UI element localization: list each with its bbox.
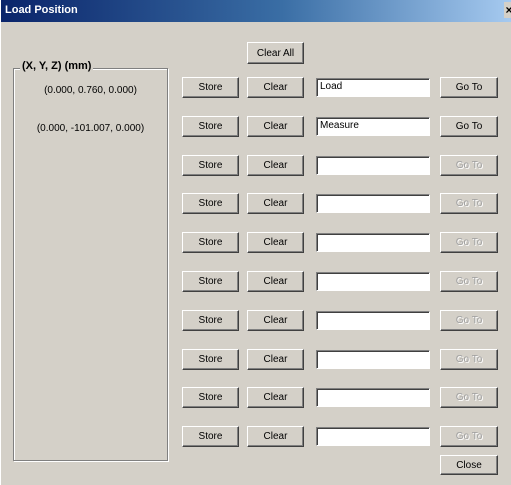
coordinate-value-2: (0.000, -101.007, 0.000) xyxy=(36,123,145,134)
goto-button-1[interactable]: Go To xyxy=(440,77,498,98)
goto-button-6: Go To xyxy=(440,271,498,292)
load-position-dialog: Load Position × (X, Y, Z) (mm) (0.000, 0… xyxy=(0,0,511,485)
coordinates-group-title: (X, Y, Z) (mm) xyxy=(20,60,94,72)
goto-button-4: Go To xyxy=(440,193,498,214)
clear-button-7[interactable]: Clear xyxy=(247,310,304,331)
close-window-icon[interactable]: × xyxy=(504,2,511,18)
title-bar: Load Position × xyxy=(1,0,511,22)
store-button-4[interactable]: Store xyxy=(182,193,239,214)
close-button[interactable]: Close xyxy=(440,455,498,475)
position-name-field-1[interactable]: Load xyxy=(316,78,430,97)
clear-button-3[interactable]: Clear xyxy=(247,155,304,176)
store-button-9[interactable]: Store xyxy=(182,387,239,408)
clear-all-button[interactable]: Clear All xyxy=(247,42,304,64)
clear-button-9[interactable]: Clear xyxy=(247,387,304,408)
goto-button-8: Go To xyxy=(440,349,498,370)
position-name-field-8[interactable] xyxy=(316,350,430,369)
store-button-1[interactable]: Store xyxy=(182,77,239,98)
clear-button-1[interactable]: Clear xyxy=(247,77,304,98)
goto-button-3: Go To xyxy=(440,155,498,176)
clear-button-10[interactable]: Clear xyxy=(247,426,304,447)
position-name-field-7[interactable] xyxy=(316,311,430,330)
goto-button-10: Go To xyxy=(440,426,498,447)
store-button-8[interactable]: Store xyxy=(182,349,239,370)
position-name-field-5[interactable] xyxy=(316,233,430,252)
window-title: Load Position xyxy=(5,4,78,16)
goto-button-9: Go To xyxy=(440,387,498,408)
clear-button-8[interactable]: Clear xyxy=(247,349,304,370)
store-button-3[interactable]: Store xyxy=(182,155,239,176)
goto-button-5: Go To xyxy=(440,232,498,253)
store-button-7[interactable]: Store xyxy=(182,310,239,331)
goto-button-2[interactable]: Go To xyxy=(440,116,498,137)
clear-button-5[interactable]: Clear xyxy=(247,232,304,253)
store-button-5[interactable]: Store xyxy=(182,232,239,253)
position-name-field-9[interactable] xyxy=(316,388,430,407)
position-name-field-3[interactable] xyxy=(316,156,430,175)
position-name-field-2[interactable]: Measure xyxy=(316,117,430,136)
clear-button-2[interactable]: Clear xyxy=(247,116,304,137)
store-button-2[interactable]: Store xyxy=(182,116,239,137)
clear-button-4[interactable]: Clear xyxy=(247,193,304,214)
position-name-field-4[interactable] xyxy=(316,194,430,213)
position-name-field-6[interactable] xyxy=(316,272,430,291)
store-button-6[interactable]: Store xyxy=(182,271,239,292)
position-name-field-10[interactable] xyxy=(316,427,430,446)
store-button-10[interactable]: Store xyxy=(182,426,239,447)
coordinate-value-1: (0.000, 0.760, 0.000) xyxy=(44,85,137,96)
clear-button-6[interactable]: Clear xyxy=(247,271,304,292)
goto-button-7: Go To xyxy=(440,310,498,331)
